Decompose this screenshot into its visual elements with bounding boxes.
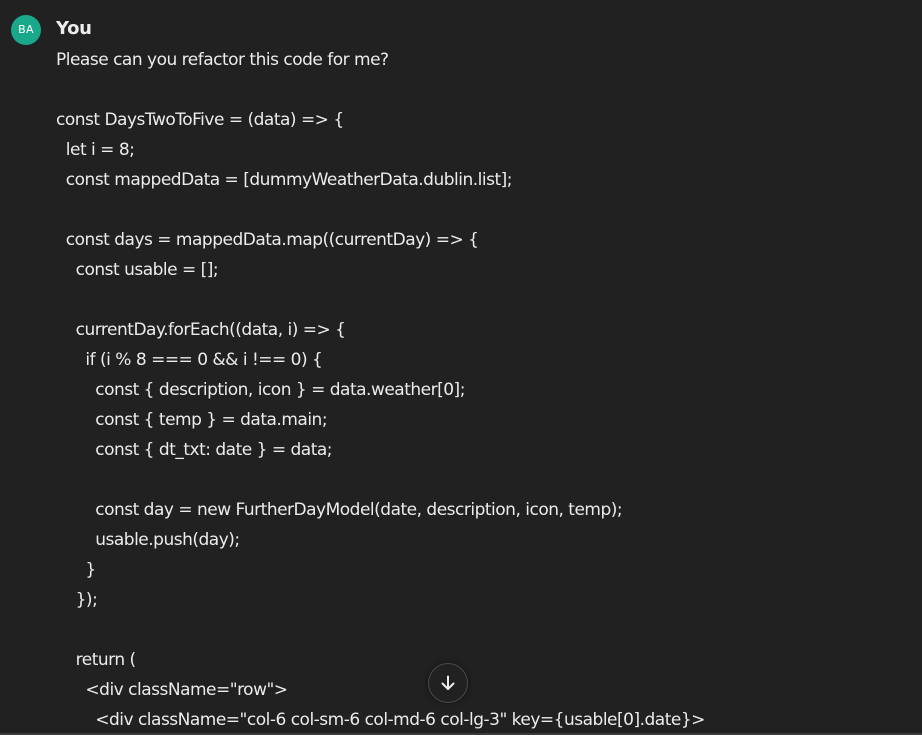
- user-avatar: BA: [11, 15, 41, 45]
- scroll-to-bottom-button[interactable]: [428, 663, 468, 703]
- message-text: Please can you refactor this code for me…: [56, 50, 705, 730]
- message-author: You: [56, 18, 92, 39]
- user-message: BA You Please can you refactor this code…: [0, 0, 922, 735]
- arrow-down-icon: [441, 675, 455, 690]
